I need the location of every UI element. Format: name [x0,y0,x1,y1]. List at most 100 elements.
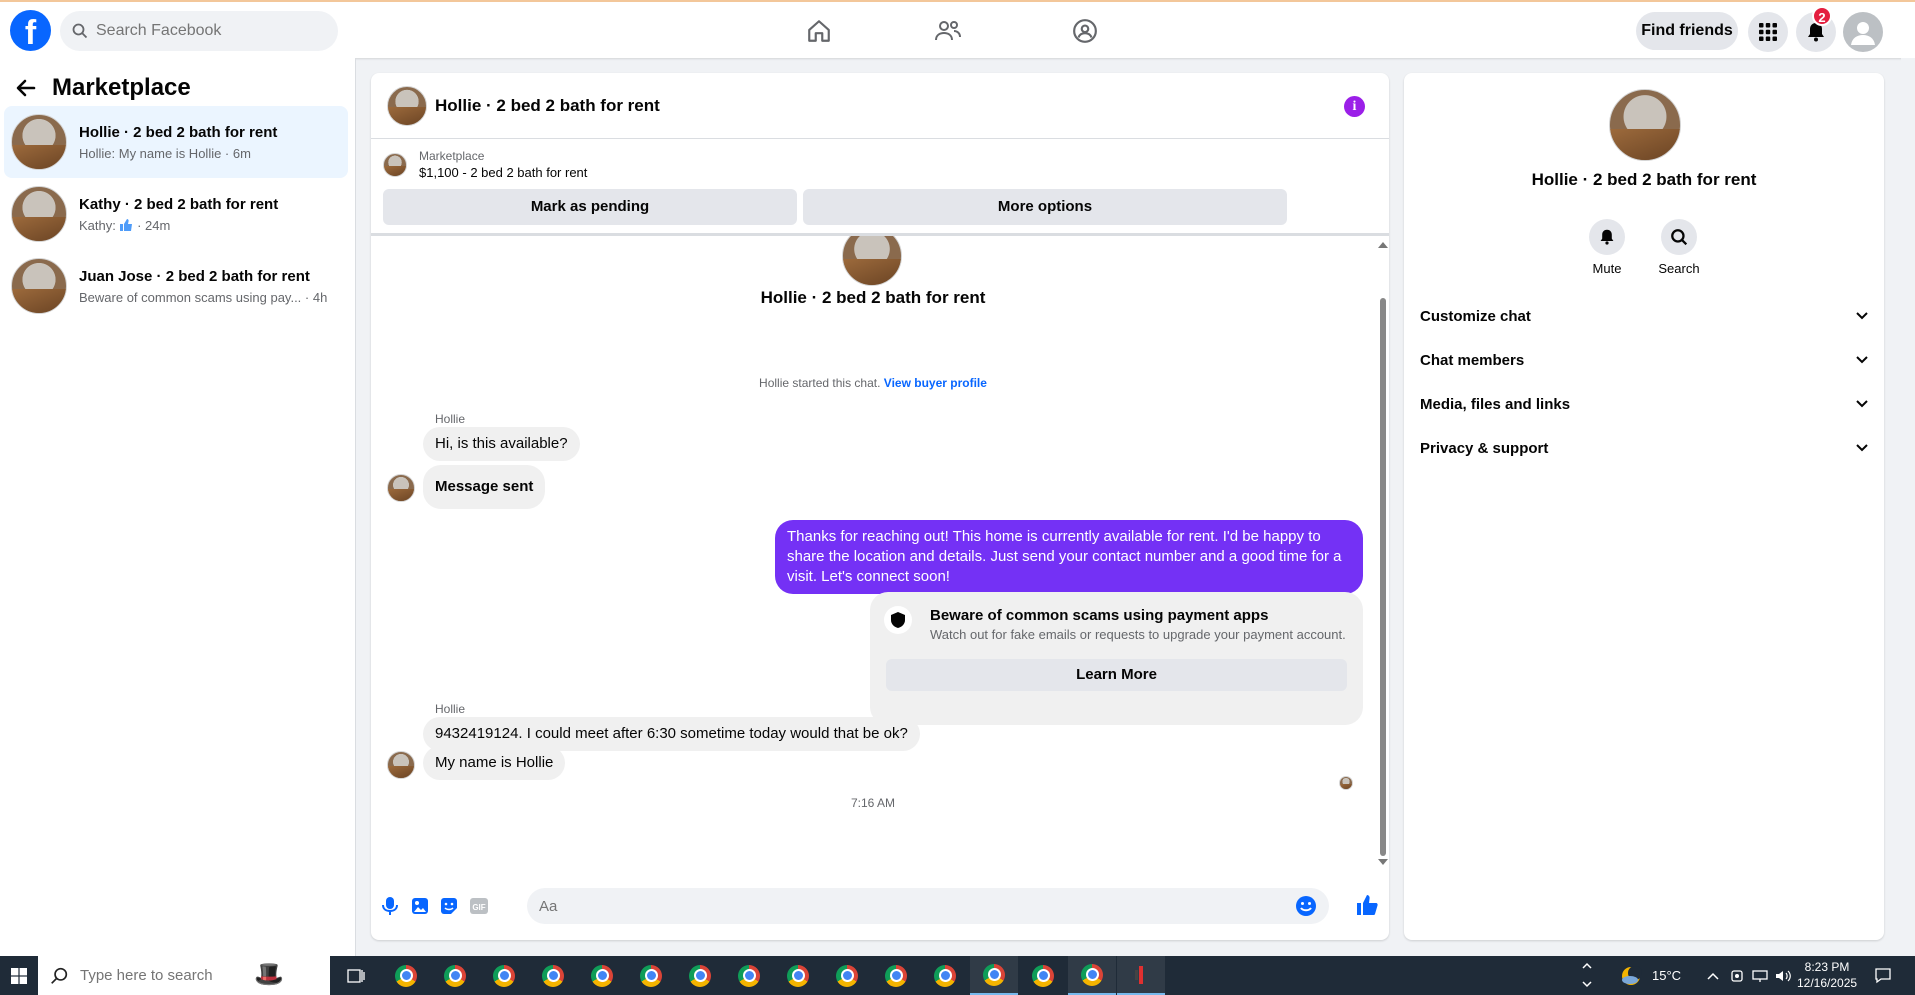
media-files-links-item[interactable]: Media, files and links [1420,386,1868,422]
message-input[interactable] [539,897,1259,915]
sender-avatar[interactable] [387,474,415,502]
search-in-chat-button[interactable]: Search [1649,219,1709,276]
taskbar-app-chrome[interactable] [431,956,479,995]
taskbar-app-chrome[interactable] [1068,956,1116,995]
outgoing-message[interactable]: Thanks for reaching out! This home is cu… [775,520,1363,594]
conversation-preview: Kathy: · 24m [79,218,278,233]
page-scrollbar[interactable] [1901,58,1915,956]
chevron-up-icon [1582,962,1592,969]
chrome-icon [738,964,760,987]
search-input[interactable] [96,22,316,40]
sender-name: Hollie [435,412,466,426]
chat-profile-avatar[interactable] [842,236,902,286]
facebook-logo[interactable]: f [10,10,51,51]
taskbar-search[interactable]: 🎩 [38,956,330,995]
taskbar-app-chrome[interactable] [921,956,969,995]
tray-scroll[interactable] [1582,958,1592,993]
taskbar-app-chrome[interactable] [627,956,675,995]
gif-icon: GIF [470,898,488,914]
view-buyer-profile-link[interactable]: View buyer profile [884,376,987,390]
weather-widget[interactable] [1620,965,1642,992]
item-label: Privacy & support [1420,439,1549,457]
more-options-button[interactable]: More options [803,189,1287,225]
scroll-up-arrow[interactable] [1378,242,1388,248]
taskbar-app-chrome[interactable] [1019,956,1067,995]
task-view-icon [347,968,365,983]
network-icon[interactable] [1752,969,1768,983]
chat-members-item[interactable]: Chat members [1420,342,1868,378]
find-friends-button[interactable]: Find friends [1636,12,1738,50]
attach-photo-button[interactable] [409,895,431,917]
listing-thumbnail [11,114,67,170]
taskbar-app-chrome[interactable] [480,956,528,995]
preview-time: · 24m [137,217,171,233]
scroll-down-arrow[interactable] [1378,859,1388,865]
conversation-preview: Hollie: My name is Hollie · 6m [79,145,251,161]
taskbar-app-chrome[interactable] [774,956,822,995]
info-icon[interactable]: i [1344,96,1365,117]
taskbar-app-chrome[interactable] [529,956,577,995]
message-scrollbar[interactable] [1375,236,1389,872]
microphone-icon [382,897,398,915]
taskbar-app-chrome[interactable] [578,956,626,995]
taskbar-search-input[interactable] [80,967,230,984]
taskbar-app-chrome[interactable] [970,956,1018,995]
chrome-icon [444,964,466,987]
volume-icon[interactable] [1775,969,1791,983]
taskbar-app-chrome[interactable] [823,956,871,995]
taskbar-app-chrome[interactable] [725,956,773,995]
groups-tab[interactable] [1065,14,1105,48]
taskbar-app-chrome[interactable] [872,956,920,995]
taskbar-app-other[interactable] [1117,956,1165,995]
privacy-support-item[interactable]: Privacy & support [1420,430,1868,466]
listing-summary[interactable]: Marketplace $1,100 - 2 bed 2 bath for re… [383,149,587,180]
incoming-message[interactable]: Hi, is this available? [423,427,580,461]
menu-button[interactable] [1748,12,1788,52]
mark-as-pending-button[interactable]: Mark as pending [383,189,797,225]
learn-more-button[interactable]: Learn More [886,659,1347,691]
tray-overflow-icon[interactable] [1707,972,1719,980]
back-arrow-icon[interactable] [14,76,38,100]
send-like-button[interactable] [1355,893,1379,917]
account-avatar[interactable] [1843,12,1883,52]
start-button[interactable] [0,956,38,995]
incoming-message[interactable]: Message sent [423,465,546,509]
task-view-button[interactable] [332,956,380,995]
profile-icon [1851,22,1875,45]
camera-icon[interactable] [1730,969,1744,983]
message-text: My name is Hollie [435,754,554,771]
chat-avatar[interactable] [387,85,427,126]
marketplace-sidebar: Marketplace Hollie · 2 bed 2 bath for re… [0,58,356,956]
voice-clip-button[interactable] [379,895,401,917]
details-avatar[interactable] [1609,89,1681,161]
customize-chat-item[interactable]: Customize chat [1420,298,1868,334]
chrome-icon [395,964,417,987]
gif-button[interactable]: GIF [468,895,490,917]
sticker-button[interactable] [438,895,460,917]
grid-menu-icon [1759,23,1777,41]
scroll-thumb[interactable] [1380,298,1386,856]
notification-center-icon[interactable] [1875,968,1891,984]
friends-tab[interactable] [928,14,968,48]
sender-avatar[interactable] [387,751,415,779]
mute-button[interactable]: Mute [1577,219,1637,276]
conversation-juan-jose[interactable]: Juan Jose · 2 bed 2 bath for rent Beware… [4,250,348,322]
incoming-message[interactable]: My name is Hollie [423,746,566,780]
system-clock[interactable]: 8:23 PM 12/16/2025 [1797,959,1857,991]
conversation-kathy[interactable]: Kathy · 2 bed 2 bath for rent Kathy: · 2… [4,178,348,250]
chrome-icon [983,963,1005,986]
taskbar-app-chrome[interactable] [676,956,724,995]
home-tab[interactable] [799,14,839,48]
taskbar-app-chrome[interactable] [382,956,430,995]
clock-date: 12/16/2025 [1797,976,1858,990]
chat-window: Hollie · 2 bed 2 bath for rent i Marketp… [371,73,1389,940]
sticker-icon [441,898,457,914]
search-box[interactable] [60,11,338,51]
chat-profile-title: Hollie · 2 bed 2 bath for rent [760,288,986,307]
conversation-hollie[interactable]: Hollie · 2 bed 2 bath for rent Hollie: M… [4,106,348,178]
bell-icon [1600,229,1614,245]
item-label: Media, files and links [1420,395,1571,413]
message-input-box[interactable] [527,888,1329,924]
chat-title[interactable]: Hollie · 2 bed 2 bath for rent [435,96,660,116]
emoji-icon[interactable] [1295,895,1317,917]
